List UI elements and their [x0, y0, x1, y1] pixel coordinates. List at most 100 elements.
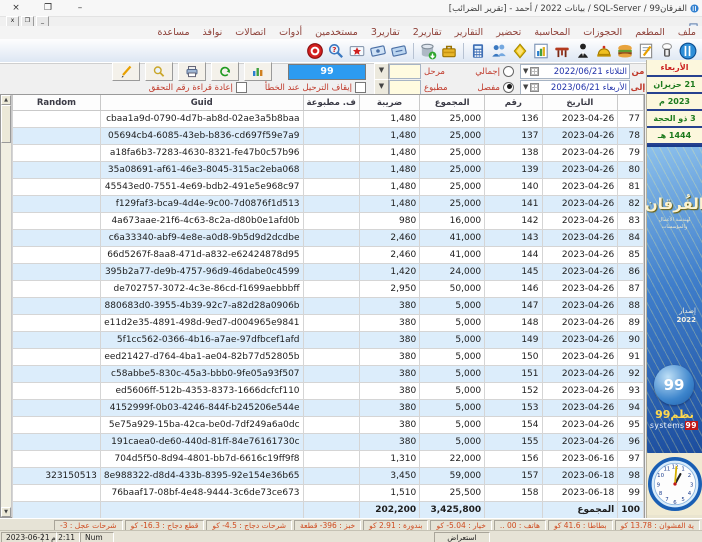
scrollbar-thumb[interactable] — [1, 105, 11, 143]
menu-item-2[interactable]: الحجوزات — [583, 27, 622, 38]
posted-combo[interactable] — [389, 64, 421, 79]
toolbox-icon[interactable] — [439, 41, 459, 61]
chevron-down-icon[interactable]: ▼ — [523, 68, 528, 75]
refresh-button[interactable] — [211, 62, 239, 81]
minimize-button[interactable]: – — [73, 3, 87, 14]
edit-button[interactable] — [112, 62, 140, 81]
cell-total: 16,000 — [420, 213, 485, 230]
vertical-scrollbar[interactable]: ▲ ▼ — [1, 95, 12, 517]
chef-icon[interactable] — [657, 41, 677, 61]
table-row[interactable]: 892023-04-261485,000380e11d2e35-4891-498… — [13, 315, 644, 332]
table-row[interactable]: 902023-04-261495,0003805f1cc562-0366-4b1… — [13, 332, 644, 349]
menu-item-7[interactable]: تقارير3 — [371, 27, 400, 38]
scroll-down-icon[interactable]: ▼ — [1, 507, 11, 517]
column-header-guid[interactable]: Guid — [100, 95, 303, 111]
table-row[interactable]: 942023-04-261535,0003804152999f-0b03-424… — [13, 400, 644, 417]
waiter-icon[interactable] — [573, 41, 593, 61]
table-row[interactable]: 852023-04-2614441,0002,46066d5267f-8aa8-… — [13, 247, 644, 264]
column-header-printed[interactable]: ف. مطبوعة — [303, 95, 359, 111]
voucher-icon[interactable] — [389, 41, 409, 61]
column-header-date[interactable]: التاريخ — [542, 95, 618, 111]
reread-check-checkbox[interactable]: إعادة قراءة رقم التحقق — [149, 82, 247, 93]
table-row[interactable]: 812023-04-2614025,0001,48045543ed0-7551-… — [13, 179, 644, 196]
cell-random — [13, 332, 101, 349]
table-row[interactable]: 952023-04-261545,0003805e75a929-15ba-42c… — [13, 417, 644, 434]
gem-icon[interactable] — [510, 41, 530, 61]
checkbox-icon[interactable] — [355, 82, 366, 93]
print-button[interactable] — [178, 62, 206, 81]
table-row[interactable]: 962023-04-261555,000380191caea0-de60-440… — [13, 434, 644, 451]
table-total-row[interactable]: 100المجموع3,425,800202,200 — [13, 502, 644, 519]
stop-on-error-checkbox[interactable]: إيقاف الترحيل عند الخطأ — [265, 82, 366, 93]
mdi-close-button[interactable]: x — [6, 16, 19, 27]
users-icon[interactable] — [489, 41, 509, 61]
database-icon[interactable] — [418, 41, 438, 61]
menu-item-11[interactable]: نوافذ — [203, 27, 223, 38]
table-row[interactable]: 912023-04-261505,000380eed21427-d764-4ba… — [13, 349, 644, 366]
table-row[interactable]: 832023-04-2614216,0009804a673aae-21f6-4c… — [13, 213, 644, 230]
table-row[interactable]: 972023-06-1615622,0001,310704d5f50-8d94-… — [13, 451, 644, 468]
toolbar-separator — [413, 43, 414, 59]
close-button[interactable]: × — [9, 3, 23, 14]
cell-date: 2023-04-26 — [542, 162, 618, 179]
posted-combo-arrow[interactable]: ▼ — [374, 63, 389, 80]
menu-item-6[interactable]: تقارير2 — [413, 27, 442, 38]
column-header-n[interactable] — [618, 95, 644, 111]
table-row[interactable]: 982023-06-1815759,0003,4508e988322-d8d4-… — [13, 468, 644, 485]
table-row[interactable]: 822023-04-2614125,0001,480f129faf3-bca9-… — [13, 196, 644, 213]
mdi-restore-button[interactable]: ❐ — [21, 16, 34, 27]
menu-item-12[interactable]: مساعدة — [157, 27, 189, 38]
table-row[interactable]: 922023-04-261515,000380c58abbe5-830c-45a… — [13, 366, 644, 383]
scroll-up-icon[interactable]: ▲ — [1, 95, 11, 105]
chart-button[interactable] — [244, 62, 272, 81]
to-date-picker[interactable]: الأربعاء 2023/06/21 ▼ — [520, 80, 630, 95]
app-menu-icon[interactable] — [678, 41, 698, 61]
table-row[interactable]: 882023-04-261475,000380880683d0-3955-4b3… — [13, 298, 644, 315]
counter-field[interactable]: 99 — [288, 64, 366, 80]
exit-icon[interactable] — [305, 41, 325, 61]
report-chart-icon[interactable] — [531, 41, 551, 61]
audit-search-icon[interactable]: ? — [326, 41, 346, 61]
table-row[interactable]: 862023-04-2614524,0001,420395b2a77-de9b-… — [13, 264, 644, 281]
from-date-picker[interactable]: الثلاثاء 2022/06/21 ▼ — [520, 64, 630, 79]
voucher2-icon[interactable] — [368, 41, 388, 61]
printed-combo[interactable] — [389, 80, 421, 95]
menu-item-9[interactable]: أدوات — [279, 27, 302, 38]
table-row[interactable]: 932023-04-261525,000380ed5606ff-512b-435… — [13, 383, 644, 400]
table-row[interactable]: 872023-04-2614650,0002,950de702757-3072-… — [13, 281, 644, 298]
menu-item-8[interactable]: مستخدمين — [315, 27, 358, 38]
radio-detailed-circle[interactable] — [503, 82, 514, 93]
menu-item-5[interactable]: التقارير — [455, 27, 484, 38]
menu-item-10[interactable]: اتصالات — [235, 27, 266, 38]
chevron-down-icon[interactable]: ▼ — [523, 84, 528, 91]
search-button[interactable] — [145, 62, 173, 81]
calculator-icon[interactable] — [468, 41, 488, 61]
radio-total-circle[interactable] — [503, 66, 514, 77]
tables-icon[interactable] — [552, 41, 572, 61]
cell-date: 2023-04-26 — [542, 349, 618, 366]
service-bell-icon[interactable] — [594, 41, 614, 61]
mdi-minimize-button[interactable]: _ — [36, 16, 49, 27]
cell-tax: 2,460 — [359, 230, 419, 247]
table-row[interactable]: 772023-04-2613625,0001,480cbaa1a9d-0790-… — [13, 111, 644, 128]
column-header-num[interactable]: رقم — [485, 95, 542, 111]
column-header-total[interactable]: المجموع — [420, 95, 485, 111]
checkbox-icon[interactable] — [236, 82, 247, 93]
table-row[interactable]: 802023-04-2613925,0001,48035a08691-af61-… — [13, 162, 644, 179]
radio-total[interactable]: إجمالي — [456, 66, 514, 77]
radio-detailed[interactable]: مفصل — [456, 82, 514, 93]
column-header-random[interactable]: Random — [13, 95, 101, 111]
menu-item-1[interactable]: المطعم — [635, 27, 665, 38]
table-row[interactable]: 792023-04-2613825,0001,480a18fa6b3-7283-… — [13, 145, 644, 162]
order-pad-icon[interactable] — [636, 41, 656, 61]
menu-item-4[interactable]: تحضير — [496, 27, 521, 38]
menu-item-3[interactable]: المحاسبة — [534, 27, 570, 38]
burger-icon[interactable] — [615, 41, 635, 61]
table-row[interactable]: 782023-04-2613725,0001,48005694cb4-6085-… — [13, 128, 644, 145]
restore-button[interactable]: ❐ — [41, 3, 55, 14]
star-voucher-icon[interactable] — [347, 41, 367, 61]
column-header-tax[interactable]: ضريبة — [359, 95, 419, 111]
menu-item-0[interactable]: ملف — [678, 27, 696, 38]
table-row[interactable]: 842023-04-2614341,0002,460c6a33340-abf9-… — [13, 230, 644, 247]
table-row[interactable]: 992023-06-1815825,5001,51076baaf17-08bf-… — [13, 485, 644, 502]
